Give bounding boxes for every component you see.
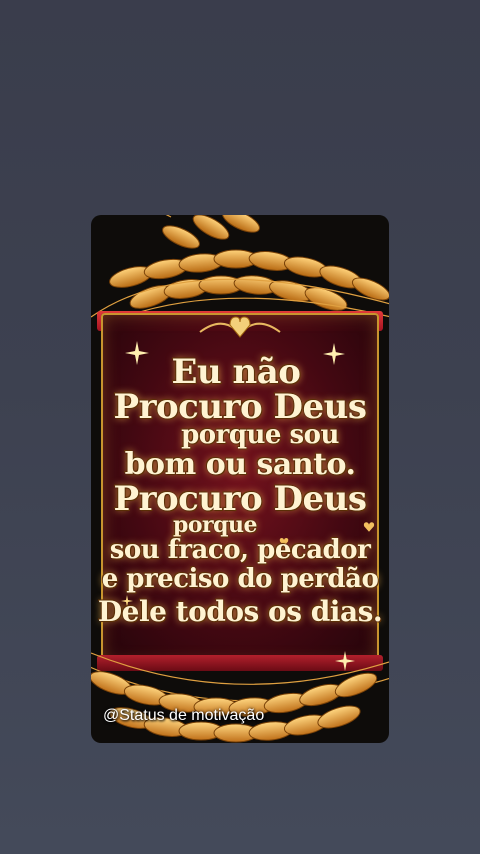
quote-line: bom ou santo.: [124, 447, 356, 482]
heart-icon: [199, 316, 281, 338]
wheat-bottom-icon: [91, 652, 389, 743]
quote-text: Eu não Procuro Deus porque sou bom ou sa…: [91, 355, 389, 626]
quote-line: Eu não: [171, 352, 301, 392]
status-image-card[interactable]: Eu não Procuro Deus porque sou bom ou sa…: [91, 215, 389, 743]
quote-line: Procuro Deus: [113, 387, 367, 427]
quote-line: Procuro Deus: [113, 479, 367, 519]
quote-line: Dele todos os dias.: [97, 595, 383, 628]
quote-line: e preciso do perdão: [101, 564, 379, 594]
quote-line: sou fraco, pecador: [109, 535, 371, 565]
watermark-handle: @Status de motivação: [103, 707, 265, 724]
